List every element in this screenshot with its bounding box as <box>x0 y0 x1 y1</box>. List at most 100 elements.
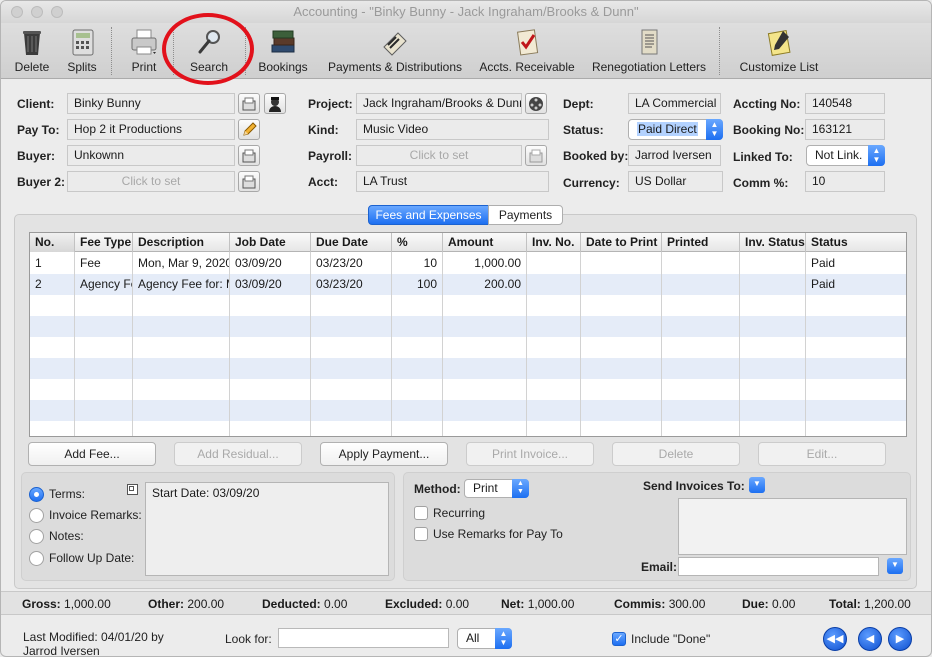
client-photo-button[interactable] <box>264 93 286 114</box>
column-header[interactable]: Date to Print <box>581 233 662 252</box>
modified-by-text: Jarrod Iversen <box>23 644 100 657</box>
books-icon <box>271 30 295 53</box>
email-field[interactable] <box>678 557 879 576</box>
include-done-checkbox[interactable]: ✓ <box>612 632 626 646</box>
project-reel-button[interactable] <box>525 93 547 114</box>
accts-receivable-toolbar-button[interactable]: Accts. Receivable <box>475 23 579 79</box>
column-header[interactable]: No. <box>30 233 75 252</box>
payments-distributions-toolbar-button[interactable]: Payments & Distributions <box>325 23 465 79</box>
column-header[interactable]: Inv. Status <box>740 233 806 252</box>
table-cell <box>527 274 581 295</box>
client-label: Client: <box>17 97 55 111</box>
other-value: 200.00 <box>187 597 225 611</box>
tab-fees-and-expenses[interactable]: Fees and Expenses <box>368 205 489 225</box>
edit-fee-button[interactable]: Edit... <box>758 442 886 466</box>
delete-fee-button[interactable]: Delete <box>612 442 740 466</box>
email-label: Email: <box>641 560 678 574</box>
buyer-card-button[interactable] <box>238 145 260 166</box>
table-cell: Agency Fee <box>75 274 133 295</box>
method-value: Print <box>473 481 498 495</box>
column-header[interactable]: Inv. No. <box>527 233 581 252</box>
deducted-label: Deducted: <box>262 597 321 611</box>
letter-icon <box>641 29 658 55</box>
expand-notes-icon[interactable] <box>127 484 138 495</box>
apply-payment-button[interactable]: Apply Payment... <box>320 442 448 466</box>
status-popup[interactable]: Paid Direct ▲ ▼ <box>628 119 723 140</box>
dept-field[interactable]: LA Commercial <box>628 93 721 114</box>
follow-up-label: Follow Up Date: <box>49 551 135 565</box>
table-row[interactable]: 1 Fee Mon, Mar 9, 2020 03/09/20 03/23/20 10 1,… <box>30 253 906 274</box>
table-row[interactable] <box>30 337 906 358</box>
column-header[interactable]: Amount <box>443 233 527 252</box>
notes-textarea[interactable]: Start Date: 03/09/20 <box>145 482 389 576</box>
column-header[interactable]: Printed <box>662 233 740 252</box>
recurring-checkbox[interactable] <box>414 506 428 520</box>
payto-edit-button[interactable] <box>238 119 260 140</box>
client-card-button[interactable] <box>238 93 260 114</box>
follow-up-radio[interactable] <box>29 551 44 566</box>
search-highlight-circle <box>162 13 254 85</box>
send-invoices-list[interactable] <box>678 498 907 555</box>
buyer2-card-button[interactable] <box>238 171 260 192</box>
buyer2-field[interactable]: Click to set <box>67 171 235 192</box>
table-row[interactable] <box>30 400 906 421</box>
use-remarks-checkbox[interactable] <box>414 527 428 541</box>
payto-field[interactable]: Hop 2 it Productions <box>67 119 235 140</box>
fees-table[interactable]: No. Fee Type Description Job Date Due Date% A… <box>29 232 907 437</box>
column-divider <box>310 252 311 436</box>
rolodex-icon <box>242 97 256 110</box>
linked-popup[interactable]: Not Link. ▲ ▼ <box>806 145 885 166</box>
splits-label: Splits <box>67 60 97 74</box>
add-fee-button[interactable]: Add Fee... <box>28 442 156 466</box>
minimize-window-button[interactable] <box>31 6 43 18</box>
previous-record-button[interactable]: ◀ <box>858 627 882 651</box>
column-header[interactable]: Description <box>133 233 230 252</box>
delete-toolbar-button[interactable]: Delete <box>5 23 59 79</box>
bookedby-field[interactable]: Jarrod Iversen <box>628 145 721 166</box>
currency-label: Currency: <box>563 176 620 190</box>
print-invoice-button[interactable]: Print Invoice... <box>466 442 594 466</box>
buyer-field[interactable]: Unkownn <box>67 145 235 166</box>
accting-field: 140548 <box>805 93 885 114</box>
next-record-button[interactable]: ▶ <box>888 627 912 651</box>
column-header[interactable]: Job Date <box>230 233 311 252</box>
acct-field[interactable]: LA Trust <box>356 171 549 192</box>
email-popup[interactable]: ▼ <box>887 558 903 574</box>
renegotiation-letters-toolbar-button[interactable]: Renegotiation Letters <box>587 23 711 79</box>
customize-list-toolbar-button[interactable]: Customize List <box>731 23 827 79</box>
invoice-remarks-radio[interactable] <box>29 508 44 523</box>
table-row[interactable]: 2Agency FeeAgency Fee for: M03/09/2003/2… <box>30 274 906 295</box>
project-field[interactable]: Jack Ingraham/Brooks & Dunn <box>356 93 522 114</box>
column-header[interactable]: Status <box>806 233 906 252</box>
notes-radio[interactable] <box>29 529 44 544</box>
table-row[interactable] <box>30 358 906 379</box>
column-header[interactable]: Fee Type <box>75 233 133 252</box>
tab-payments[interactable]: Payments <box>488 205 563 225</box>
column-header[interactable]: Due Date <box>311 233 392 252</box>
splits-toolbar-button[interactable]: Splits <box>59 23 105 79</box>
close-window-button[interactable] <box>11 6 23 18</box>
table-row[interactable] <box>30 316 906 337</box>
due-label: Due: <box>742 597 769 611</box>
client-field[interactable]: Binky Bunny <box>67 93 235 114</box>
method-popup[interactable]: Print ▲ ▼ <box>464 479 529 498</box>
column-header[interactable]: % <box>392 233 443 252</box>
payroll-field[interactable]: Click to set <box>356 145 522 166</box>
first-record-button[interactable]: ◀◀ <box>823 627 847 651</box>
payroll-card-button[interactable] <box>525 145 547 166</box>
table-row[interactable] <box>30 421 906 436</box>
bookings-toolbar-button[interactable]: Bookings <box>253 23 313 79</box>
zoom-window-button[interactable] <box>51 6 63 18</box>
terms-radio[interactable] <box>29 487 44 502</box>
table-cell: 03/23/20 <box>311 253 392 274</box>
add-residual-button[interactable]: Add Residual... <box>174 442 302 466</box>
look-for-scope-popup[interactable]: All ▲ ▼ <box>457 628 512 649</box>
notepad-icon <box>767 30 791 56</box>
table-row[interactable] <box>30 379 906 400</box>
currency-field[interactable]: US Dollar <box>628 171 723 192</box>
send-invoices-popup[interactable]: ▼ <box>749 477 765 493</box>
kind-field[interactable]: Music Video <box>356 119 549 140</box>
comm-field[interactable]: 10 <box>805 171 885 192</box>
look-for-input[interactable] <box>278 628 449 648</box>
table-row[interactable] <box>30 295 906 316</box>
